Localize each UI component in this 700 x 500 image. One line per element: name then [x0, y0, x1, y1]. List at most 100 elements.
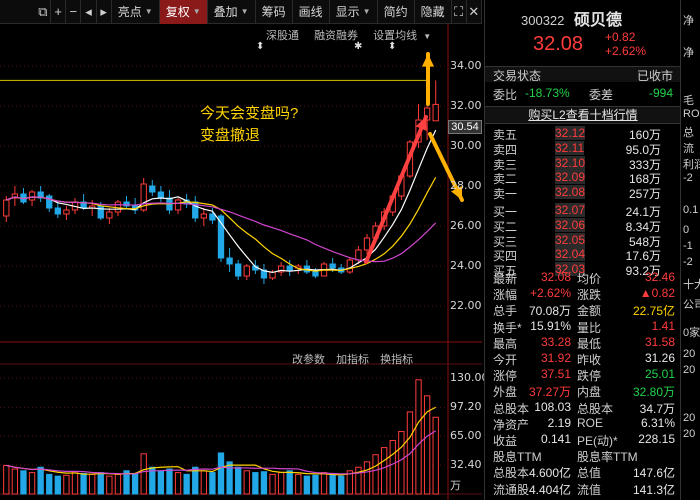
- wecha-label: 委差: [589, 88, 614, 102]
- volume-bar: [114, 473, 122, 495]
- stat-v1: 2.19: [547, 415, 571, 430]
- stat-l2: 涨跌: [577, 288, 602, 303]
- switch-indicator-link[interactable]: 换指标: [380, 354, 413, 366]
- stat-l1: 涨停: [493, 369, 518, 384]
- candle-body: [149, 185, 156, 193]
- chart-toolbar: ⧉ + − ◂ ▸ 亮点 ▼ 复权 ▼ 叠加 ▼ 筹码 画线 显示 ▼ 简约 隐藏 ⛶ ✕: [0, 0, 482, 24]
- stats-row: 涨幅 +2.62% 涨跌 ▲0.82: [485, 286, 681, 302]
- stock-code: 300322: [521, 13, 565, 28]
- close-icon[interactable]: ✕: [467, 0, 482, 24]
- price-axis-label: 32.00: [450, 99, 482, 112]
- volume-bar: [140, 453, 147, 495]
- volume-bar: [260, 471, 268, 495]
- volume-axis-label: 65.00: [450, 429, 482, 442]
- restore-window-icon[interactable]: ⧉: [36, 0, 52, 24]
- webi-row: 委比 -18.73% 委差 -994: [485, 86, 681, 102]
- stat-v1: 0.141: [540, 432, 571, 446]
- chevron-down-icon: ▼: [192, 7, 201, 16]
- price-axis-label: 26.00: [450, 219, 482, 232]
- right-strip-text: 20: [683, 364, 696, 376]
- wecha-value: -994: [648, 86, 673, 100]
- stat-l2: 昨收: [577, 353, 602, 367]
- chevron-down-icon[interactable]: ▼: [423, 32, 431, 41]
- change-params-link[interactable]: 改参数: [292, 354, 325, 366]
- toolbar-button-3[interactable]: 筹码: [256, 0, 293, 24]
- stat-v1: 32.08: [540, 270, 571, 284]
- stats-row: 净资产 2.19 ROE 6.31%: [485, 416, 681, 432]
- stats-row: 今开 31.92 昨收 31.26: [485, 351, 681, 367]
- stat-v2: 25.01: [644, 367, 675, 382]
- minus-icon[interactable]: −: [66, 0, 82, 24]
- price-change-pct: +2.62%: [605, 44, 647, 58]
- add-indicator-link[interactable]: 加指标: [336, 354, 369, 366]
- stat-v1: 70.08万: [528, 304, 571, 319]
- right-strip-text: 0家: [683, 327, 700, 339]
- toolbar-button-6-label: 简约: [383, 5, 408, 19]
- stat-l1: 最新: [493, 272, 518, 286]
- volume-bar: [166, 468, 173, 495]
- link-shenguton[interactable]: 深股通: [266, 30, 299, 42]
- stats-row: 总股本 4.600亿 总值 147.6亿: [485, 464, 681, 480]
- price-axis-label: 24.00: [450, 259, 482, 272]
- stat-l1: 股息TTM: [493, 450, 542, 465]
- stat-l2: ROE: [577, 415, 604, 430]
- stat-v2: 34.7万: [639, 401, 675, 416]
- stat-l2: 均价: [577, 272, 602, 286]
- volume-bar: [200, 470, 207, 495]
- right-strip-text: 总: [683, 127, 694, 139]
- volume-bar: [89, 473, 96, 495]
- crosshair-price-tag: 30.54: [448, 120, 482, 134]
- order-label: 卖一: [493, 187, 518, 202]
- candle-body: [209, 213, 216, 221]
- kline-chart-svg[interactable]: ⬍ ✱ ⬍: [0, 24, 482, 500]
- right-strip-text: 20: [683, 348, 696, 360]
- stat-v2: ▲0.82: [639, 286, 675, 301]
- candle-body: [355, 249, 362, 261]
- link-set-ma[interactable]: 设置均线: [373, 30, 417, 42]
- pan-left-icon[interactable]: ◂: [81, 0, 97, 24]
- toolbar-button-7[interactable]: 隐藏: [415, 0, 452, 24]
- volume-axis-label: 32.40: [450, 458, 482, 472]
- toolbar-button-0-label: 亮点: [117, 5, 142, 19]
- toolbar-button-0[interactable]: 亮点 ▼: [112, 0, 160, 24]
- ask-row: 卖二 32.09 168万: [485, 170, 681, 186]
- fullscreen-icon[interactable]: ⛶: [452, 0, 467, 24]
- volume-bar: [381, 447, 388, 495]
- toolbar-button-4[interactable]: 画线: [293, 0, 330, 24]
- stat-v2: 22.75亿: [632, 304, 675, 319]
- right-strip-text: 20: [683, 412, 696, 424]
- candle-body: [174, 199, 182, 211]
- order-price: 32.08: [555, 185, 586, 200]
- stats-row: 换手* 15.91% 量比 1.41: [485, 319, 681, 335]
- l2-link-row: 购买L2查看十档行情: [485, 106, 681, 124]
- stat-v2: 141.3亿: [632, 482, 675, 497]
- volume-bar: [338, 475, 345, 495]
- buy-l2-link[interactable]: 购买L2查看十档行情: [528, 108, 637, 122]
- volume-bar: [97, 472, 104, 495]
- volume-bar: [312, 474, 319, 495]
- candle-body: [3, 199, 10, 217]
- candle-body: [226, 257, 233, 265]
- toolbar-button-5[interactable]: 显示 ▼: [330, 0, 378, 24]
- stock-header: 300322 硕贝德: [521, 6, 700, 29]
- candle-body: [157, 191, 165, 199]
- volume-bar: [3, 464, 10, 495]
- pan-right-icon[interactable]: ▸: [97, 0, 112, 24]
- volume-bar: [46, 473, 53, 495]
- stat-l1: 换手*: [493, 320, 522, 335]
- toolbar-button-1[interactable]: 复权 ▼: [159, 0, 208, 24]
- candle-body: [63, 209, 70, 215]
- candle-body: [312, 271, 319, 277]
- candle-body: [106, 211, 113, 219]
- bid-row: 买二 32.06 8.34万: [485, 217, 681, 234]
- annotation-line-2: 变盘撤退: [200, 127, 261, 144]
- stats-row: 最高 33.28 最低 31.58: [485, 335, 681, 351]
- volume-bar: [131, 472, 139, 495]
- right-strip-text: 流: [683, 143, 694, 155]
- last-price: 32.08: [533, 33, 584, 55]
- link-margin-trading[interactable]: 融资融券: [314, 30, 358, 42]
- stats-row: 总股本 108.03 总股本 34.7万: [485, 400, 681, 416]
- toolbar-button-6[interactable]: 简约: [378, 0, 415, 24]
- plus-icon[interactable]: +: [51, 0, 67, 24]
- toolbar-button-2[interactable]: 叠加 ▼: [208, 0, 256, 24]
